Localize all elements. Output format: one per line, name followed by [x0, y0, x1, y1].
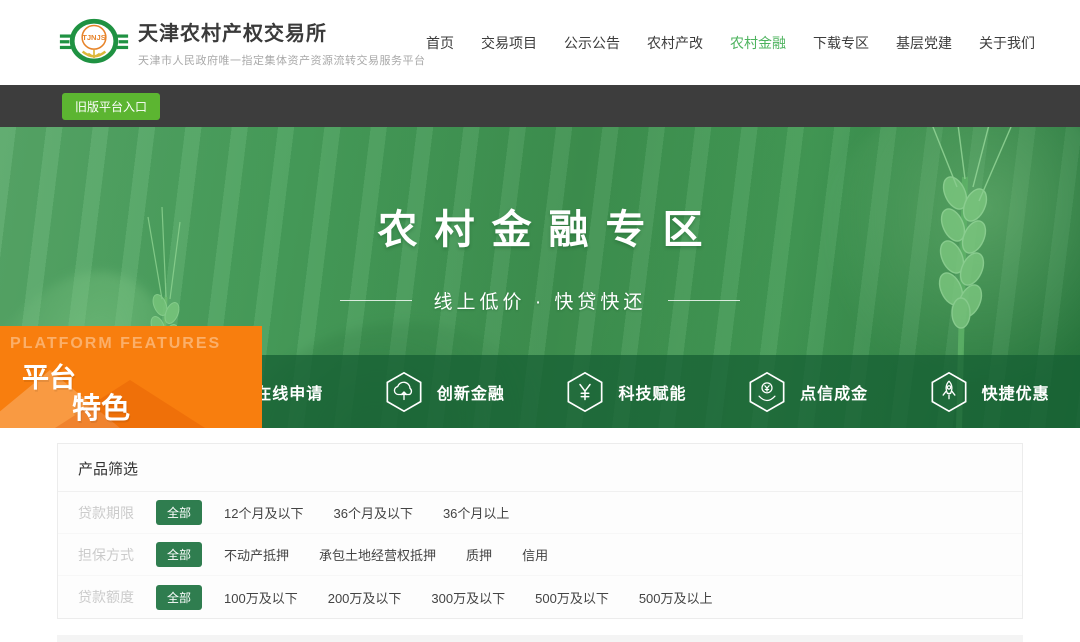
platform-features-block: PLATFORM FEATURES 平台 特色 — [0, 326, 262, 428]
feature-item-innovative-finance[interactable]: 创新金融 — [354, 355, 536, 428]
cloud-finance-icon — [384, 370, 424, 414]
nav-item-projects[interactable]: 交易项目 — [481, 33, 537, 53]
subtitle-right-line — [668, 300, 740, 301]
filter-option[interactable]: 12个月及以下 — [224, 503, 303, 522]
site-title: 天津农村产权交易所 — [138, 17, 426, 46]
feature-item-tech-empower[interactable]: 科技赋能 — [535, 355, 717, 428]
nav-item-about[interactable]: 关于我们 — [979, 33, 1035, 53]
feature-item-fast-discount[interactable]: 快捷优惠 — [898, 355, 1080, 428]
filter-option[interactable]: 100万及以下 — [224, 588, 298, 607]
feature-label: 快捷优惠 — [982, 380, 1050, 404]
old-platform-entry-button[interactable]: 旧版平台入口 — [62, 93, 160, 120]
filter-option[interactable]: 500万及以上 — [639, 588, 713, 607]
filter-option[interactable]: 承包土地经营权抵押 — [319, 545, 436, 564]
nav-item-rural-finance[interactable]: 农村金融 — [730, 33, 786, 53]
filter-option[interactable]: 不动产抵押 — [224, 545, 289, 564]
page: TJNJS 天津农村产权交易所 天津市人民政府唯一指定集体资产资源流转交易服务平… — [0, 0, 1080, 642]
top-dark-bar: 旧版平台入口 — [0, 85, 1080, 127]
hero-subtitle-row: 线上低价 · 快贷快还 — [0, 287, 1080, 314]
filter-row-guarantee-type: 担保方式 全部 不动产抵押 承包土地经营权抵押 质押 信用 — [58, 534, 1022, 576]
site-logo-icon: TJNJS — [58, 11, 130, 75]
yen-tech-icon — [565, 370, 605, 414]
filter-option[interactable]: 信用 — [522, 545, 548, 564]
filter-row-loan-amount: 贷款额度 全部 100万及以下 200万及以下 300万及以下 500万及以下 … — [58, 576, 1022, 618]
rocket-icon — [929, 370, 969, 414]
filter-option[interactable]: 36个月以上 — [443, 503, 509, 522]
feature-label: 科技赋能 — [618, 380, 686, 404]
feature-label: 在线申请 — [255, 380, 323, 404]
platform-features-eyebrow: PLATFORM FEATURES — [10, 335, 221, 353]
filter-option[interactable]: 200万及以下 — [328, 588, 402, 607]
feature-label: 创新金融 — [437, 380, 505, 404]
filter-options: 不动产抵押 承包土地经营权抵押 质押 信用 — [224, 545, 548, 564]
filter-all-badge[interactable]: 全部 — [156, 500, 202, 525]
brand-block: 天津农村产权交易所 天津市人民政府唯一指定集体资产资源流转交易服务平台 — [138, 17, 426, 68]
filter-all-badge[interactable]: 全部 — [156, 542, 202, 567]
hero-banner: 农村金融专区 线上低价 · 快贷快还 在线申请 — [0, 127, 1080, 428]
filter-label: 贷款额度 — [78, 587, 136, 607]
subtitle-left-line — [340, 300, 412, 301]
svg-text:TJNJS: TJNJS — [82, 33, 106, 42]
main-content: 产品筛选 贷款期限 全部 12个月及以下 36个月及以下 36个月以上 担保方式… — [0, 428, 1080, 642]
hero-subtitle: 线上低价 · 快贷快还 — [434, 287, 647, 314]
nav-item-rural-reform[interactable]: 农村产改 — [647, 33, 703, 53]
main-nav: 首页 交易项目 公示公告 农村产改 农村金融 下载专区 基层党建 关于我们 — [426, 33, 1035, 53]
footer-strip — [57, 635, 1023, 642]
site-subtitle: 天津市人民政府唯一指定集体资产资源流转交易服务平台 — [138, 52, 426, 68]
credit-coin-icon — [747, 370, 787, 414]
nav-item-party-building[interactable]: 基层党建 — [896, 33, 952, 53]
nav-item-home[interactable]: 首页 — [426, 33, 454, 53]
product-filter-card: 产品筛选 贷款期限 全部 12个月及以下 36个月及以下 36个月以上 担保方式… — [57, 443, 1023, 619]
nav-item-announcements[interactable]: 公示公告 — [564, 33, 620, 53]
filter-option[interactable]: 500万及以下 — [535, 588, 609, 607]
filter-all-badge[interactable]: 全部 — [156, 585, 202, 610]
nav-item-downloads[interactable]: 下载专区 — [813, 33, 869, 53]
filter-options: 12个月及以下 36个月及以下 36个月以上 — [224, 503, 509, 522]
feature-bar: 在线申请 创新金融 科技赋 — [172, 355, 1080, 428]
hero-title: 农村金融专区 — [0, 197, 1080, 255]
filter-card-title: 产品筛选 — [58, 444, 1022, 492]
filter-option[interactable]: 36个月及以下 — [333, 503, 412, 522]
hero-text-block: 农村金融专区 线上低价 · 快贷快还 — [0, 197, 1080, 314]
site-header: TJNJS 天津农村产权交易所 天津市人民政府唯一指定集体资产资源流转交易服务平… — [0, 0, 1080, 85]
filter-option[interactable]: 质押 — [466, 545, 492, 564]
filter-options: 100万及以下 200万及以下 300万及以下 500万及以下 500万及以上 — [224, 588, 713, 607]
filter-row-loan-term: 贷款期限 全部 12个月及以下 36个月及以下 36个月以上 — [58, 492, 1022, 534]
filter-label: 贷款期限 — [78, 503, 136, 523]
feature-item-credit-gold[interactable]: 点信成金 — [717, 355, 899, 428]
platform-title-line1: 平台 — [22, 356, 76, 395]
feature-label: 点信成金 — [800, 380, 868, 404]
filter-label: 担保方式 — [78, 545, 136, 565]
platform-title-line2: 特色 — [72, 385, 130, 427]
filter-option[interactable]: 300万及以下 — [431, 588, 505, 607]
